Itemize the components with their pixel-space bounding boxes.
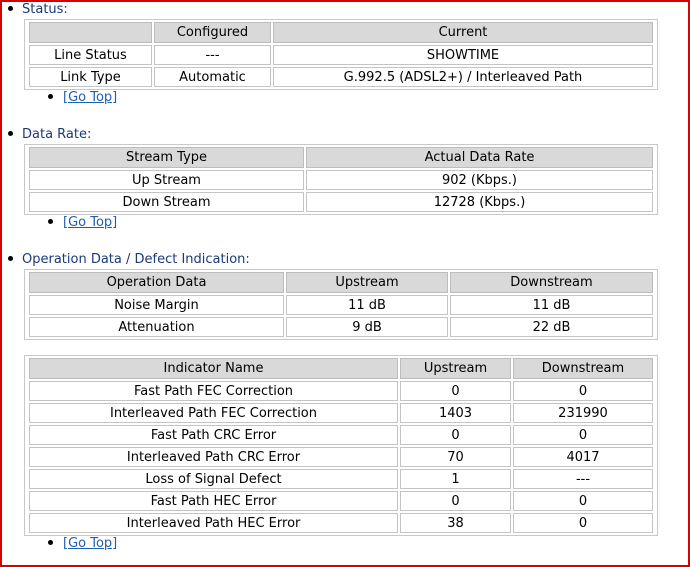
column-header: Indicator Name — [29, 358, 398, 379]
row-label: Loss of Signal Defect — [29, 469, 398, 489]
row-label: Up Stream — [29, 170, 304, 190]
data-rate-section-title: Data Rate: — [8, 127, 91, 143]
bullet-icon — [48, 540, 53, 545]
row-label: Attenuation — [29, 317, 284, 337]
table-row: Attenuation 9 dB 22 dB — [29, 317, 653, 337]
cell-value: 22 dB — [450, 317, 653, 337]
column-header: Configured — [154, 22, 271, 43]
cell-value: 0 — [400, 381, 511, 401]
cell-value: G.992.5 (ADSL2+) / Interleaved Path — [273, 67, 653, 87]
row-label: Fast Path HEC Error — [29, 491, 398, 511]
operation-table: Operation Data Upstream Downstream Noise… — [27, 270, 655, 339]
data-rate-table: Stream Type Actual Data Rate Up Stream 9… — [27, 145, 655, 214]
bullet-icon — [8, 6, 13, 11]
cell-value: 38 — [400, 513, 511, 533]
table-row: Interleaved Path HEC Error 38 0 — [29, 513, 653, 533]
cell-value: 1403 — [400, 403, 511, 423]
table-row: Fast Path HEC Error 0 0 — [29, 491, 653, 511]
row-label: Down Stream — [29, 192, 304, 212]
go-top-link[interactable]: [Go Top] — [63, 90, 117, 105]
cell-value: 1 — [400, 469, 511, 489]
cell-value: Automatic — [154, 67, 271, 87]
operation-section-title: Operation Data / Defect Indication: — [8, 252, 250, 268]
column-header: Upstream — [286, 272, 448, 293]
row-label: Interleaved Path FEC Correction — [29, 403, 398, 423]
row-label: Interleaved Path HEC Error — [29, 513, 398, 533]
column-header: Downstream — [513, 358, 653, 379]
table-row: Interleaved Path FEC Correction 1403 231… — [29, 403, 653, 423]
row-label: Link Type — [29, 67, 152, 87]
row-label: Noise Margin — [29, 295, 284, 315]
column-header: Stream Type — [29, 147, 304, 168]
row-label: Fast Path CRC Error — [29, 425, 398, 445]
cell-value: 70 — [400, 447, 511, 467]
indicator-table-box: Indicator Name Upstream Downstream Fast … — [24, 355, 658, 536]
table-row: Loss of Signal Defect 1 --- — [29, 469, 653, 489]
table-row: Fast Path FEC Correction 0 0 — [29, 381, 653, 401]
cell-value: SHOWTIME — [273, 45, 653, 65]
cell-value: 902 (Kbps.) — [306, 170, 653, 190]
go-top-item: [Go Top] — [48, 215, 117, 231]
status-header-row: Configured Current — [29, 22, 653, 43]
table-row: Link Type Automatic G.992.5 (ADSL2+) / I… — [29, 67, 653, 87]
cell-value: 12728 (Kbps.) — [306, 192, 653, 212]
table-row: Interleaved Path CRC Error 70 4017 — [29, 447, 653, 467]
cell-value: 11 dB — [450, 295, 653, 315]
cell-value: 231990 — [513, 403, 653, 423]
table-row: Fast Path CRC Error 0 0 — [29, 425, 653, 445]
column-header: Actual Data Rate — [306, 147, 653, 168]
data-rate-table-box: Stream Type Actual Data Rate Up Stream 9… — [24, 144, 658, 215]
table-row: Line Status --- SHOWTIME — [29, 45, 653, 65]
table-row: Up Stream 902 (Kbps.) — [29, 170, 653, 190]
bullet-icon — [48, 94, 53, 99]
column-header — [29, 22, 152, 43]
cell-value: --- — [513, 469, 653, 489]
bullet-icon — [8, 131, 13, 136]
cell-value: 4017 — [513, 447, 653, 467]
go-top-item: [Go Top] — [48, 536, 117, 552]
bullet-icon — [8, 256, 13, 261]
go-top-link[interactable]: [Go Top] — [63, 215, 117, 230]
row-label: Interleaved Path CRC Error — [29, 447, 398, 467]
column-header: Downstream — [450, 272, 653, 293]
row-label: Fast Path FEC Correction — [29, 381, 398, 401]
column-header: Operation Data — [29, 272, 284, 293]
cell-value: 11 dB — [286, 295, 448, 315]
indicator-header-row: Indicator Name Upstream Downstream — [29, 358, 653, 379]
go-top-link[interactable]: [Go Top] — [63, 536, 117, 551]
indicator-table: Indicator Name Upstream Downstream Fast … — [27, 356, 655, 535]
row-label: Line Status — [29, 45, 152, 65]
cell-value: 0 — [513, 491, 653, 511]
table-row: Noise Margin 11 dB 11 dB — [29, 295, 653, 315]
bullet-icon — [48, 219, 53, 224]
cell-value: 0 — [400, 491, 511, 511]
operation-table-box: Operation Data Upstream Downstream Noise… — [24, 269, 658, 340]
operation-header-row: Operation Data Upstream Downstream — [29, 272, 653, 293]
cell-value: 0 — [513, 513, 653, 533]
cell-value: 9 dB — [286, 317, 448, 337]
status-table-box: Configured Current Line Status --- SHOWT… — [24, 19, 658, 90]
go-top-item: [Go Top] — [48, 90, 117, 106]
status-section-title: Status: — [8, 2, 68, 18]
column-header: Upstream — [400, 358, 511, 379]
data-rate-header-row: Stream Type Actual Data Rate — [29, 147, 653, 168]
cell-value: --- — [154, 45, 271, 65]
cell-value: 0 — [400, 425, 511, 445]
column-header: Current — [273, 22, 653, 43]
cell-value: 0 — [513, 381, 653, 401]
status-table: Configured Current Line Status --- SHOWT… — [27, 20, 655, 89]
table-row: Down Stream 12728 (Kbps.) — [29, 192, 653, 212]
cell-value: 0 — [513, 425, 653, 445]
